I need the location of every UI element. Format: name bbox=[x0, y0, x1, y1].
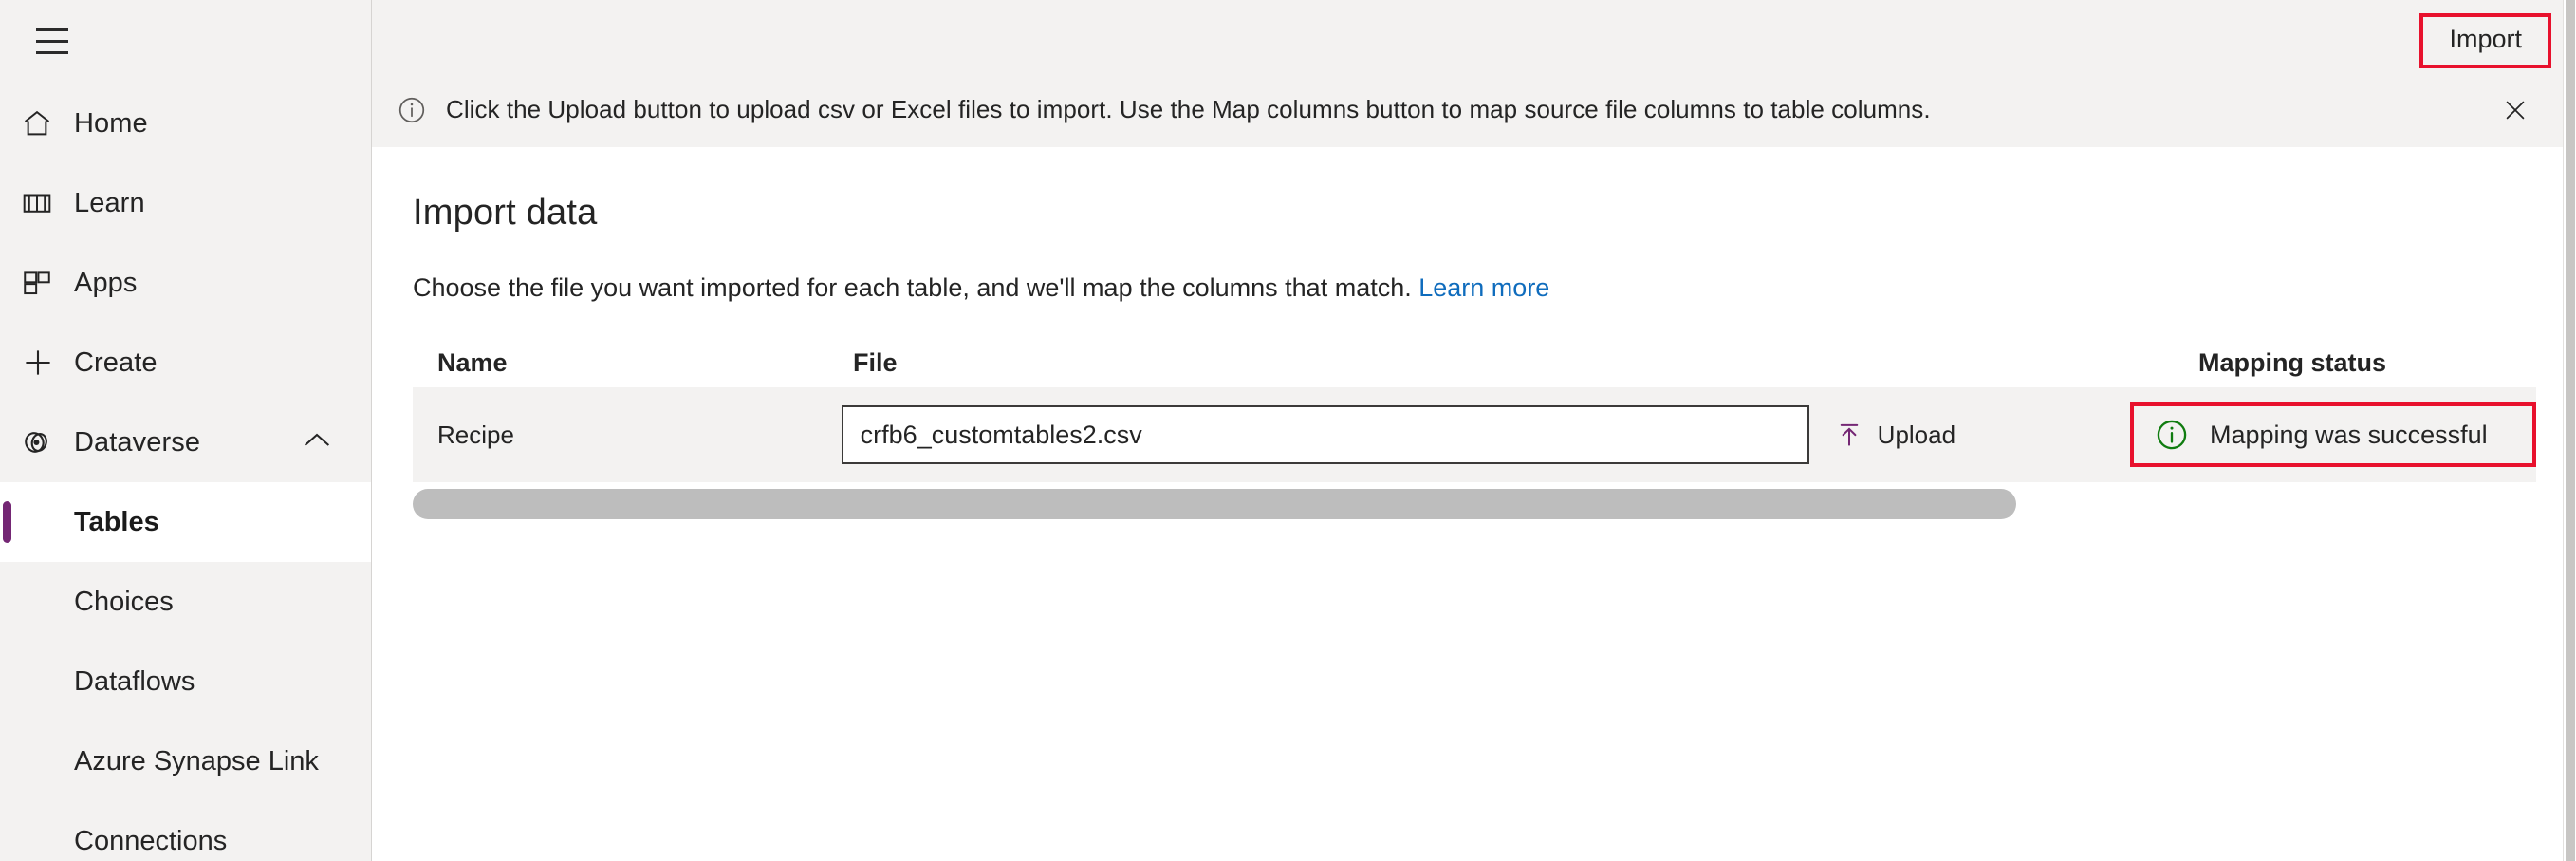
book-icon bbox=[21, 187, 74, 219]
vertical-scrollbar-thumb[interactable] bbox=[2566, 0, 2575, 861]
import-button[interactable]: Import bbox=[2419, 13, 2551, 68]
hamburger-menu-icon[interactable] bbox=[21, 9, 83, 72]
mapping-status-text: Mapping was successful bbox=[2210, 421, 2488, 450]
app-root: Home Learn bbox=[0, 0, 2576, 861]
page-description-text: Choose the file you want imported for ea… bbox=[413, 273, 1412, 302]
import-table: Name File Mapping status Recipe bbox=[413, 348, 2536, 519]
info-circle-icon bbox=[397, 95, 427, 125]
sidebar-item-home[interactable]: Home bbox=[0, 84, 371, 163]
info-circle-green-icon bbox=[2155, 418, 2189, 452]
table-row[interactable]: Recipe Upload bbox=[413, 387, 2536, 482]
cell-file: Upload bbox=[817, 405, 2122, 464]
sidebar-item-connections[interactable]: Connections bbox=[0, 801, 371, 861]
sidebar-item-label: Learn bbox=[74, 188, 145, 219]
sidebar-item-apps[interactable]: Apps bbox=[0, 243, 371, 323]
mapping-status-badge[interactable]: Mapping was successful bbox=[2130, 402, 2536, 467]
sidebar-item-azure-synapse-link[interactable]: Azure Synapse Link bbox=[0, 721, 371, 801]
import-data-panel: Import data Choose the file you want imp… bbox=[372, 147, 2576, 519]
sidebar-subitem-label: Choices bbox=[74, 587, 174, 618]
sidebar-item-label: Dataverse bbox=[74, 427, 200, 459]
table-header-row: Name File Mapping status bbox=[413, 348, 2536, 386]
nav-list: Home Learn bbox=[0, 84, 371, 861]
main-content-area: Import Click the Upload button to upload… bbox=[372, 0, 2576, 861]
sidebar-item-dataverse[interactable]: Dataverse bbox=[0, 402, 371, 482]
sidebar-item-learn[interactable]: Learn bbox=[0, 163, 371, 243]
page-description: Choose the file you want imported for ea… bbox=[413, 273, 2576, 303]
cell-mapping-status: Mapping was successful bbox=[2122, 402, 2536, 467]
sidebar-item-label: Create bbox=[74, 347, 158, 379]
info-banner: Click the Upload button to upload csv or… bbox=[372, 72, 2576, 147]
sidebar-subitem-label: Dataflows bbox=[74, 666, 195, 698]
sidebar-subitem-label: Connections bbox=[74, 826, 227, 857]
left-navigation-sidebar: Home Learn bbox=[0, 0, 372, 861]
sidebar-item-create[interactable]: Create bbox=[0, 323, 371, 402]
learn-more-link[interactable]: Learn more bbox=[1418, 273, 1549, 302]
column-header-mapping-status: Mapping status bbox=[2174, 348, 2536, 386]
home-icon bbox=[21, 107, 74, 140]
sidebar-item-label: Home bbox=[74, 108, 148, 140]
chevron-up-icon[interactable] bbox=[301, 430, 333, 456]
sidebar-subitem-label: Azure Synapse Link bbox=[74, 746, 319, 777]
hamburger-bar-1 bbox=[36, 28, 68, 31]
vertical-scrollbar[interactable] bbox=[2563, 0, 2576, 861]
sidebar-subitem-label: Tables bbox=[74, 507, 159, 538]
page-title: Import data bbox=[413, 193, 2576, 234]
upload-button[interactable]: Upload bbox=[1834, 420, 1955, 450]
sidebar-item-tables[interactable]: Tables bbox=[0, 482, 371, 562]
file-name-input[interactable] bbox=[842, 405, 1809, 464]
plus-icon bbox=[21, 346, 74, 380]
horizontal-scrollbar[interactable] bbox=[413, 489, 2536, 519]
info-banner-message: Click the Upload button to upload csv or… bbox=[446, 95, 1931, 124]
column-header-name: Name bbox=[413, 348, 828, 386]
cell-table-name: Recipe bbox=[413, 421, 817, 450]
close-icon[interactable] bbox=[2496, 91, 2534, 129]
upload-arrow-icon bbox=[1834, 420, 1864, 450]
hamburger-bar-3 bbox=[36, 51, 68, 54]
upload-button-label: Upload bbox=[1878, 421, 1955, 450]
sidebar-item-choices[interactable]: Choices bbox=[0, 562, 371, 642]
apps-grid-icon bbox=[21, 267, 74, 299]
command-bar: Import bbox=[372, 0, 2576, 72]
column-header-file: File bbox=[828, 348, 2174, 386]
sidebar-item-dataflows[interactable]: Dataflows bbox=[0, 642, 371, 721]
dataverse-icon bbox=[21, 426, 74, 459]
horizontal-scrollbar-thumb[interactable] bbox=[413, 489, 2016, 519]
sidebar-item-label: Apps bbox=[74, 268, 138, 299]
hamburger-bar-2 bbox=[36, 40, 68, 43]
